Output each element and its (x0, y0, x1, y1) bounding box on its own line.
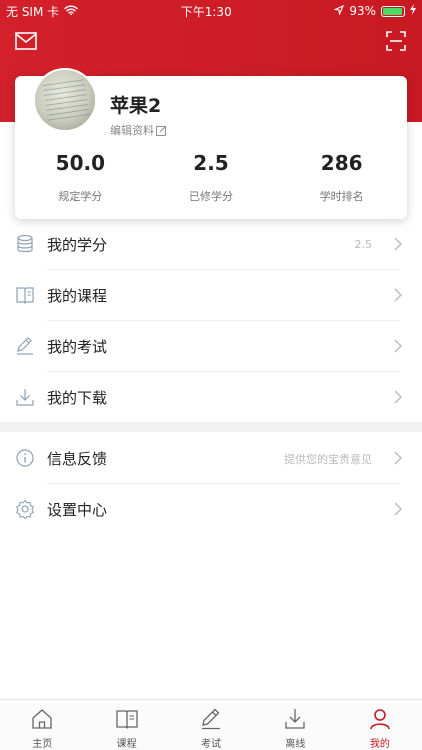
stat-value: 50.0 (55, 151, 106, 175)
tab-courses[interactable]: 课程 (84, 700, 168, 750)
tab-offline[interactable]: 离线 (253, 700, 337, 750)
tab-mine[interactable]: 我的 (338, 700, 422, 750)
stat-label: 规定学分 (58, 190, 103, 203)
person-icon (370, 709, 390, 730)
charging-icon (409, 4, 416, 18)
stat-hours-rank[interactable]: 286 学时排名 (276, 150, 407, 204)
tab-exams[interactable]: 考试 (169, 700, 253, 750)
carrier-label: 无 SIM 卡 (6, 4, 60, 19)
download-icon (16, 389, 34, 406)
menu-my-exams[interactable]: 我的考试 (0, 321, 422, 372)
menu-value: 2.5 (354, 238, 373, 251)
pen-icon (202, 708, 221, 730)
database-icon (17, 234, 33, 253)
edit-icon (156, 125, 167, 136)
tab-label: 考试 (201, 739, 222, 750)
battery-percent: 93% (349, 4, 376, 18)
menu-value: 提供您的宝贵意见 (284, 452, 372, 466)
home-icon (32, 709, 52, 729)
menu-settings[interactable]: 设置中心 (0, 484, 422, 535)
tab-label: 课程 (116, 739, 137, 750)
chevron-right-icon (394, 237, 402, 251)
stat-value: 286 (320, 151, 363, 175)
menu-label: 我的考试 (47, 338, 108, 356)
stat-required-credits[interactable]: 50.0 规定学分 (15, 150, 146, 204)
menu-label: 信息反馈 (47, 450, 108, 468)
menu-feedback[interactable]: 信息反馈 提供您的宝贵意见 (0, 433, 422, 484)
battery-icon (380, 5, 405, 17)
book-icon (115, 710, 138, 729)
tab-label: 离线 (285, 739, 306, 750)
section-divider (0, 422, 422, 432)
tab-label: 主页 (32, 739, 53, 750)
download-icon (285, 709, 306, 729)
chevron-right-icon (394, 390, 402, 404)
menu-my-downloads[interactable]: 我的下载 (0, 372, 422, 423)
chevron-right-icon (394, 451, 402, 465)
edit-profile-link[interactable]: 编辑资料 (110, 122, 167, 138)
book-icon (16, 287, 34, 304)
avatar[interactable] (33, 68, 97, 132)
chevron-right-icon (394, 288, 402, 302)
menu-label: 设置中心 (47, 501, 108, 519)
mail-icon[interactable] (14, 30, 38, 52)
stat-label: 已修学分 (189, 190, 233, 203)
status-bar: 无 SIM 卡 下午1:30 93% (0, 0, 422, 22)
location-icon (333, 4, 345, 18)
user-name: 苹果2 (110, 95, 162, 117)
menu-label: 我的下载 (47, 389, 108, 407)
settings-icon (15, 499, 35, 519)
scan-icon[interactable] (384, 30, 408, 52)
menu-label: 我的课程 (47, 287, 108, 305)
edit-profile-label: 编辑资料 (110, 124, 154, 137)
chevron-right-icon (394, 502, 402, 516)
info-icon (16, 449, 34, 467)
tab-bar: 主页 课程 考试 离线 我的 (0, 699, 422, 750)
tab-home[interactable]: 主页 (0, 700, 84, 750)
stat-value: 2.5 (193, 151, 229, 175)
stat-label: 学时排名 (319, 190, 364, 203)
menu-label: 我的学分 (47, 236, 108, 254)
stat-earned-credits[interactable]: 2.5 已修学分 (146, 150, 277, 204)
wifi-icon (64, 4, 78, 18)
chevron-right-icon (394, 339, 402, 353)
menu-my-courses[interactable]: 我的课程 (0, 270, 422, 321)
pen-icon (17, 337, 33, 355)
profile-card: 苹果2 编辑资料 50.0 规定学分 2.5 已修学分 286 学时排名 (15, 68, 407, 219)
tab-label: 我的 (369, 739, 390, 750)
clock: 下午1:30 (180, 4, 232, 19)
menu-my-credits[interactable]: 我的学分 2.5 (0, 219, 422, 270)
